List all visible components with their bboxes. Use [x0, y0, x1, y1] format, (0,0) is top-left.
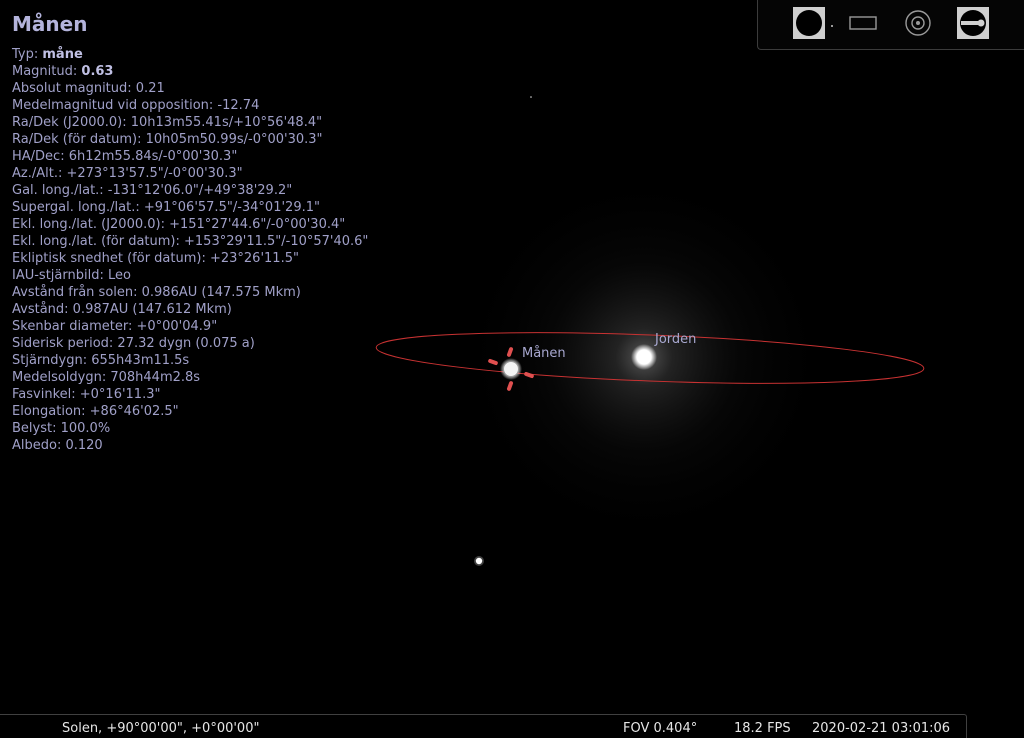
info-row: Skenbar diameter: +0°00'04.9" — [12, 319, 218, 334]
info-row: Albedo: 0.120 — [12, 438, 103, 453]
info-row: Medelsoldygn: 708h44m2.8s — [12, 370, 201, 385]
moon-label[interactable]: Månen — [522, 346, 566, 361]
rectangle-view-button[interactable] — [847, 7, 879, 39]
object-magnitude: Magnitud: 0.63 — [12, 64, 114, 79]
info-row: IAU-stjärnbild: Leo — [12, 268, 131, 283]
rectangle-icon — [849, 16, 877, 30]
status-fov: FOV 0.404° — [623, 721, 698, 736]
info-row: Gal. long./lat.: -131°12'06.0"/+49°38'29… — [12, 183, 293, 198]
object-type: Typ: måne — [12, 47, 83, 62]
info-row: Avstånd från solen: 0.986AU (147.575 Mkm… — [12, 285, 301, 300]
info-row: Ekliptisk snedhet (för datum): +23°26'11… — [12, 251, 299, 266]
info-row: Fasvinkel: +0°16'11.3" — [12, 387, 161, 402]
planet-view-icon — [796, 10, 822, 36]
info-row: Siderisk period: 27.32 dygn (0.075 a) — [12, 336, 255, 351]
info-row: Avstånd: 0.987AU (147.612 Mkm) — [12, 302, 232, 317]
status-location: Solen, +90°00'00", +0°00'00" — [62, 721, 260, 736]
info-row: Ra/Dek (för datum): 10h05m50.99s/-0°00'3… — [12, 132, 323, 147]
view-toolbar — [757, 0, 1024, 50]
star[interactable] — [530, 96, 532, 98]
info-row: Stjärndygn: 655h43m11.5s — [12, 353, 190, 368]
status-fps: 18.2 FPS — [734, 721, 791, 736]
object-title: Månen — [12, 12, 88, 36]
info-row: Absolut magnitud: 0.21 — [12, 81, 165, 96]
target-icon — [905, 10, 931, 36]
info-row: Ra/Dek (J2000.0): 10h13m55.41s/+10°56'48… — [12, 115, 323, 130]
status-bar: Solen, +90°00'00", +0°00'00" FOV 0.404° … — [0, 714, 967, 738]
planet-view-button[interactable] — [793, 7, 825, 39]
object-info-panel: Månen Typ: måne Magnitud: 0.63 Absolut m… — [12, 10, 368, 454]
telescope-icon — [960, 10, 986, 36]
info-row: HA/Dec: 6h12m55.84s/-0°00'30.3" — [12, 149, 238, 164]
info-row: Medelmagnitud vid opposition: -12.74 — [12, 98, 260, 113]
info-row: Az./Alt.: +273°13'57.5"/-0°00'30.3" — [12, 166, 243, 181]
info-row: Belyst: 100.0% — [12, 421, 111, 436]
info-row: Ekl. long./lat. (för datum): +153°29'11.… — [12, 234, 369, 249]
status-datetime: 2020-02-21 03:01:06 — [812, 721, 951, 736]
moon[interactable] — [500, 358, 522, 380]
star[interactable] — [474, 556, 484, 566]
info-row: Supergal. long./lat.: +91°06'57.5"/-34°0… — [12, 200, 320, 215]
info-row: Ekl. long./lat. (J2000.0): +151°27'44.6"… — [12, 217, 346, 232]
toolbar-dot — [831, 25, 833, 27]
info-row: Elongation: +86°46'02.5" — [12, 404, 179, 419]
target-button[interactable] — [902, 7, 934, 39]
earth-label[interactable]: Jorden — [655, 332, 696, 347]
telescope-button[interactable] — [957, 7, 989, 39]
earth[interactable] — [631, 344, 657, 370]
